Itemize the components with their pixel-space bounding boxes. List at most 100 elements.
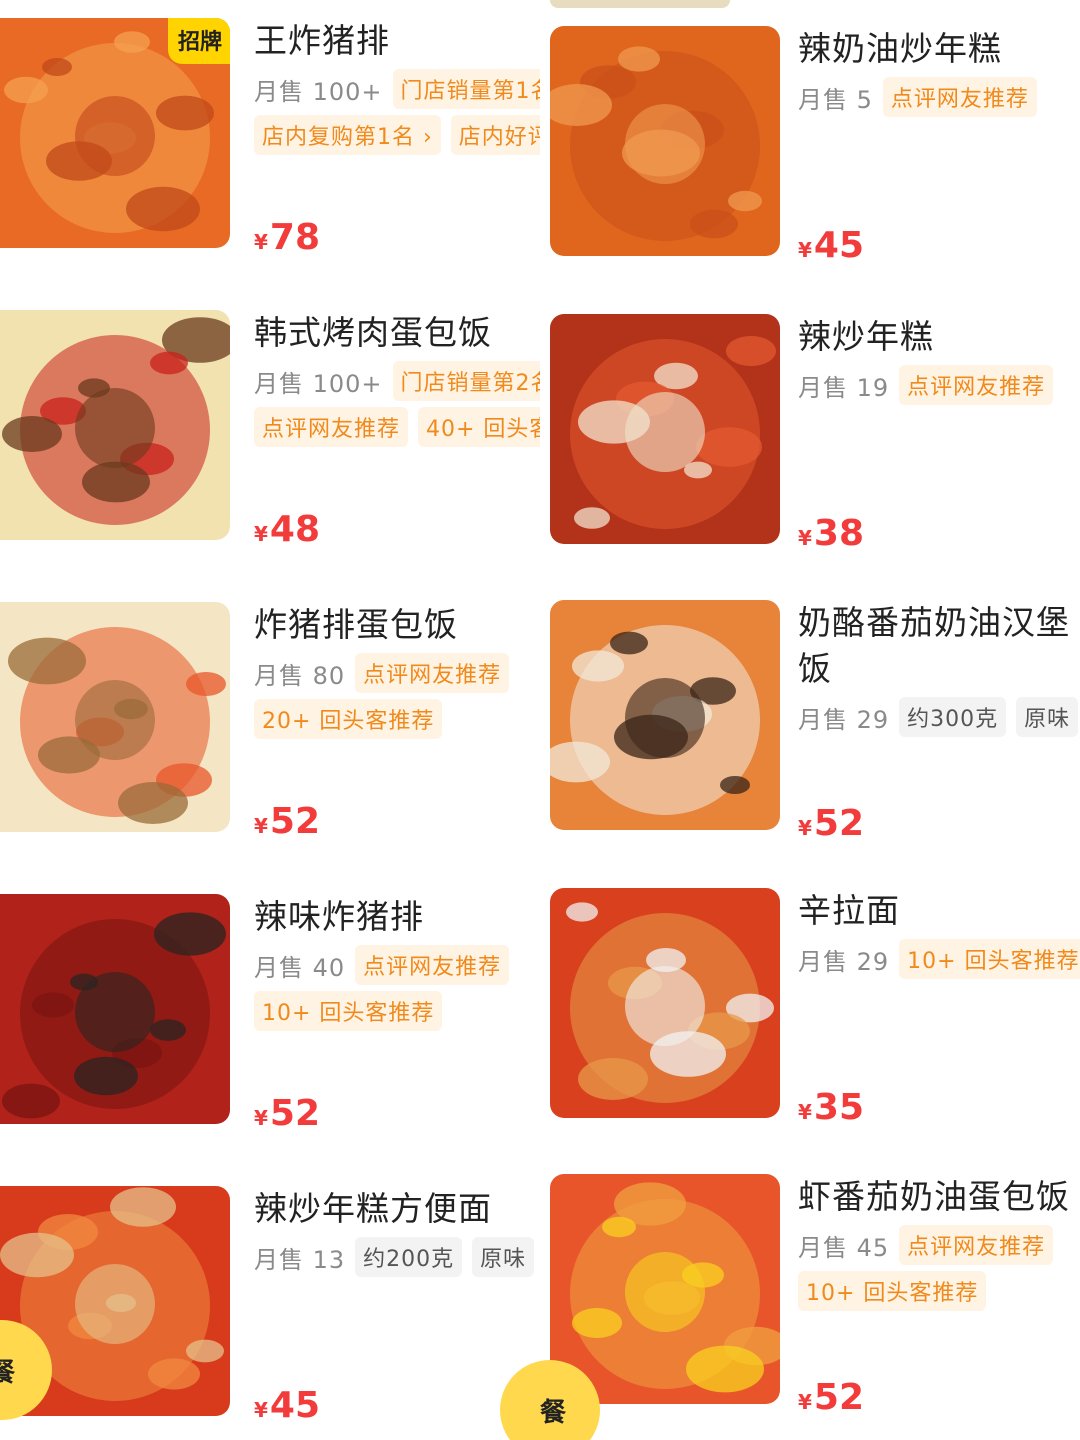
dish-price: ¥52 xyxy=(254,801,320,842)
tag-row: 店内复购第1名店内好评 xyxy=(254,114,540,156)
price-value: 52 xyxy=(269,801,321,842)
menu-item[interactable]: 炸猪排蛋包饭月售 80 点评网友推荐 20+ 回头客推荐 ¥52 xyxy=(0,602,540,842)
dish-tag: 点评网友推荐 xyxy=(882,77,1037,117)
currency-symbol: ¥ xyxy=(798,816,812,840)
menu-item[interactable]: 虾番茄奶油蛋包饭 月售 45 点评网友推荐 10+ 回头客推荐 ¥52 xyxy=(540,1174,1080,1418)
dish-info: 辣味炸猪排 月售 40 点评网友推荐 10+ 回头客推荐 ¥52 xyxy=(254,894,540,1134)
sales-row: 月售 80 点评网友推荐 xyxy=(254,652,540,694)
menu-item[interactable]: 韩式烤肉蛋包饭月售 100+ 门店销量第2名点评网友推荐40+ 回头客推荐 ¥48 xyxy=(0,310,540,550)
monthly-sales: 月售 29 xyxy=(798,705,890,734)
dish-tag: 约200克 xyxy=(355,1237,463,1277)
dish-tag: 店内好评 xyxy=(450,115,540,155)
ranking-tag-link[interactable]: 店内复购第1名 xyxy=(254,115,441,155)
dish-info: 辣炒年糕方便面月售 13 约200克 原味 ¥45 xyxy=(254,1186,540,1426)
tag-row: 20+ 回头客推荐 xyxy=(254,698,540,740)
dish-price: ¥45 xyxy=(798,225,864,266)
dish-tag: 40+ 回头客推荐 xyxy=(418,407,540,447)
currency-symbol: ¥ xyxy=(254,1106,268,1130)
dish-tag: 门店销量第2名 xyxy=(392,361,540,401)
menu-column-right: 辣奶油炒年糕月售 5 点评网友推荐 ¥45 辣炒年糕 月售 19 点评网友推荐 ¥38 奶… xyxy=(540,0,1080,1440)
dish-tag: 点评网友推荐 xyxy=(355,945,510,985)
dish-info: 虾番茄奶油蛋包饭 月售 45 点评网友推荐 10+ 回头客推荐 ¥52 xyxy=(798,1174,1080,1418)
dish-name: 奶酪番茄奶油汉堡饭 xyxy=(798,603,1070,688)
tag-row: 点评网友推荐40+ 回头客推荐 xyxy=(254,406,540,448)
sales-row: 月售 45 点评网友推荐 xyxy=(798,1224,1080,1266)
menu-item[interactable]: 辛拉面月售 29 10+ 回头客推荐 ¥35 xyxy=(540,888,1080,1128)
monthly-sales: 月售 100+ xyxy=(254,77,383,106)
menu-item[interactable]: 辣味炸猪排 月售 40 点评网友推荐 10+ 回头客推荐 ¥52 xyxy=(0,894,540,1134)
signature-badge: 招牌 xyxy=(167,18,230,64)
dish-photo[interactable] xyxy=(0,602,230,832)
dish-photo[interactable] xyxy=(0,310,230,540)
dish-price: ¥38 xyxy=(798,513,864,554)
sales-row: 月售 29 10+ 回头客推荐 xyxy=(798,938,1080,980)
monthly-sales: 月售 80 xyxy=(254,661,346,690)
dish-tag: 点评网友推荐 xyxy=(254,407,409,447)
price-value: 48 xyxy=(269,509,321,550)
dish-info: 炸猪排蛋包饭月售 80 点评网友推荐 20+ 回头客推荐 ¥52 xyxy=(254,602,540,842)
dish-price: ¥52 xyxy=(254,1093,320,1134)
dish-info: 辣炒年糕 月售 19 点评网友推荐 ¥38 xyxy=(798,314,1080,554)
price-value: 35 xyxy=(813,1087,865,1128)
dish-info: 辛拉面月售 29 10+ 回头客推荐 ¥35 xyxy=(798,888,1080,1128)
dish-info: 辣奶油炒年糕月售 5 点评网友推荐 ¥45 xyxy=(798,26,1080,266)
dish-tag: 原味 xyxy=(1016,697,1079,737)
menu-item[interactable]: 辣炒年糕 月售 19 点评网友推荐 ¥38 xyxy=(540,314,1080,554)
tag-row: 10+ 回头客推荐 xyxy=(798,1270,1080,1312)
dish-tag: 点评网友推荐 xyxy=(899,1225,1054,1265)
dish-price: ¥48 xyxy=(254,509,320,550)
currency-symbol: ¥ xyxy=(798,238,812,262)
dish-tag: 原味 xyxy=(472,1237,535,1277)
dish-photo[interactable] xyxy=(550,1174,780,1404)
dish-photo[interactable] xyxy=(550,600,780,830)
currency-symbol: ¥ xyxy=(254,522,268,546)
currency-symbol: ¥ xyxy=(254,1398,268,1422)
dish-name: 辛拉面 xyxy=(798,891,900,930)
price-value: 38 xyxy=(813,513,865,554)
monthly-sales: 月售 40 xyxy=(254,953,346,982)
dish-name: 辣奶油炒年糕 xyxy=(798,29,1002,68)
price-value: 45 xyxy=(269,1385,321,1426)
menu-column-left: 招牌王炸猪排月售 100+ 门店销量第1名店内复购第1名店内好评 ¥78 韩式烤肉蛋… xyxy=(0,0,540,1440)
currency-symbol: ¥ xyxy=(798,1100,812,1124)
dish-photo[interactable] xyxy=(550,314,780,544)
dish-name: 虾番茄奶油蛋包饭 xyxy=(798,1177,1070,1216)
price-value: 52 xyxy=(813,803,865,844)
dish-price: ¥35 xyxy=(798,1087,864,1128)
dish-tag: 20+ 回头客推荐 xyxy=(254,699,443,739)
monthly-sales: 月售 5 xyxy=(798,85,873,114)
dish-name: 辣味炸猪排 xyxy=(254,897,424,936)
monthly-sales: 月售 100+ xyxy=(254,369,383,398)
dish-tag: 10+ 回头客推荐 xyxy=(798,1271,987,1311)
sales-row: 月售 100+ 门店销量第2名 xyxy=(254,360,540,402)
currency-symbol: ¥ xyxy=(254,230,268,254)
dish-info: 王炸猪排月售 100+ 门店销量第1名店内复购第1名店内好评 ¥78 xyxy=(254,18,540,258)
dish-photo[interactable]: 招牌 xyxy=(0,18,230,248)
dish-photo[interactable] xyxy=(0,894,230,1124)
sales-row: 月售 100+ 门店销量第1名 xyxy=(254,68,540,110)
monthly-sales: 月售 29 xyxy=(798,947,890,976)
dish-name: 韩式烤肉蛋包饭 xyxy=(254,313,492,352)
menu-item[interactable]: 奶酪番茄奶油汉堡饭月售 29 约300克 原味 ¥52 xyxy=(540,600,1080,844)
sales-row: 月售 40 点评网友推荐 xyxy=(254,944,540,986)
dish-tag: 点评网友推荐 xyxy=(355,653,510,693)
dish-price: ¥45 xyxy=(254,1385,320,1426)
dish-price: ¥78 xyxy=(254,217,320,258)
dish-name: 炸猪排蛋包饭 xyxy=(254,605,458,644)
dish-name: 辣炒年糕方便面 xyxy=(254,1189,492,1228)
monthly-sales: 月售 19 xyxy=(798,373,890,402)
dish-info: 韩式烤肉蛋包饭月售 100+ 门店销量第2名点评网友推荐40+ 回头客推荐 ¥48 xyxy=(254,310,540,550)
monthly-sales: 月售 45 xyxy=(798,1233,890,1262)
sales-row: 月售 29 约300克 原味 xyxy=(798,696,1080,738)
currency-symbol: ¥ xyxy=(254,814,268,838)
menu-item[interactable]: 辣炒年糕方便面月售 13 约200克 原味 ¥45 xyxy=(0,1186,540,1426)
menu-item[interactable]: 招牌王炸猪排月售 100+ 门店销量第1名店内复购第1名店内好评 ¥78 xyxy=(0,18,540,258)
dish-tag: 约300克 xyxy=(899,697,1007,737)
currency-symbol: ¥ xyxy=(798,526,812,550)
dish-photo[interactable] xyxy=(550,888,780,1118)
dish-photo[interactable] xyxy=(550,26,780,256)
dish-info: 奶酪番茄奶油汉堡饭月售 29 约300克 原味 ¥52 xyxy=(798,600,1080,844)
monthly-sales: 月售 13 xyxy=(254,1245,346,1274)
menu-item[interactable]: 辣奶油炒年糕月售 5 点评网友推荐 ¥45 xyxy=(540,26,1080,266)
price-value: 78 xyxy=(269,217,321,258)
